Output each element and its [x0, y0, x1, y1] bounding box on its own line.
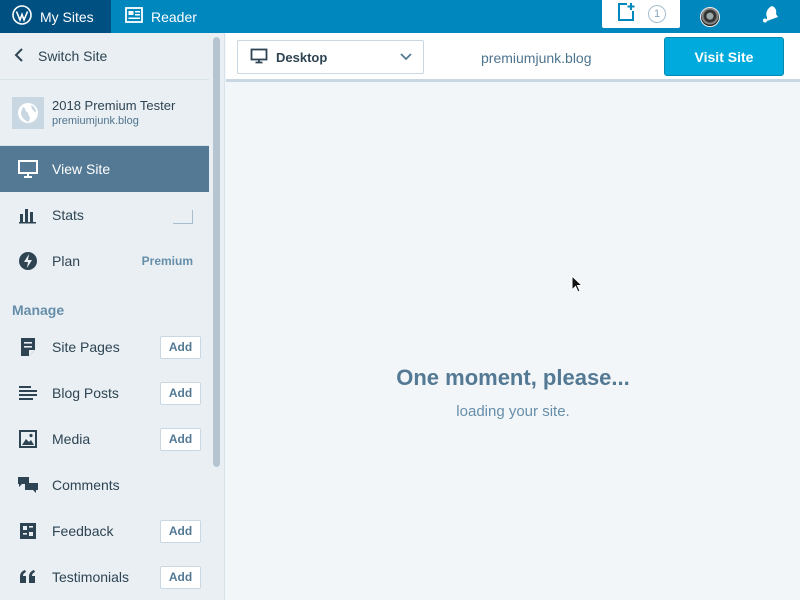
device-select-label: Desktop	[276, 49, 328, 65]
sidebar-item-label: Blog Posts	[52, 385, 119, 401]
sidebar-item-testimonials[interactable]: Testimonials Add	[0, 554, 209, 600]
quote-icon	[16, 565, 40, 589]
sidebar: Switch Site 2018 Premium Tester premiumj…	[0, 33, 209, 600]
mouse-cursor-icon	[571, 274, 585, 300]
my-sites-button[interactable]: My Sites	[0, 0, 111, 33]
add-media-button[interactable]: Add	[160, 427, 201, 451]
masterbar: My Sites Reader 1	[0, 0, 800, 33]
my-sites-label: My Sites	[40, 8, 94, 25]
device-select[interactable]: Desktop	[237, 40, 424, 74]
sidebar-item-view-site[interactable]: View Site	[0, 146, 209, 192]
sidebar-item-blog-posts[interactable]: Blog Posts Add	[0, 370, 209, 416]
profile-button[interactable]	[680, 6, 740, 27]
pages-icon	[16, 335, 40, 359]
globe-icon	[12, 96, 44, 129]
site-preview-area: One moment, please... loading your site.	[226, 85, 800, 600]
notifications-bell-icon	[759, 4, 781, 29]
current-site-card[interactable]: 2018 Premium Tester premiumjunk.blog	[0, 80, 209, 146]
chevron-left-icon	[12, 47, 26, 66]
reader-icon	[125, 7, 143, 26]
write-post-button[interactable]: 1	[602, 0, 680, 28]
posts-icon	[16, 381, 40, 405]
stats-sparkline	[173, 210, 193, 224]
stats-icon	[16, 203, 40, 227]
reader-label: Reader	[151, 8, 197, 25]
comments-icon	[16, 473, 40, 497]
avatar	[700, 6, 720, 27]
add-post-button[interactable]: Add	[160, 381, 201, 405]
sidebar-item-label: Media	[52, 431, 91, 447]
media-icon	[16, 427, 40, 451]
monitor-icon	[16, 157, 40, 181]
loading-subtitle: loading your site.	[456, 403, 570, 420]
site-domain: premiumjunk.blog	[52, 115, 139, 127]
reader-button[interactable]: Reader	[111, 0, 231, 33]
add-page-button[interactable]: Add	[160, 335, 201, 359]
switch-site-label: Switch Site	[38, 48, 108, 64]
sidebar-item-media[interactable]: Media Add	[0, 416, 209, 462]
visit-site-button[interactable]: Visit Site	[664, 37, 784, 76]
chevron-down-icon	[399, 51, 413, 66]
sidebar-item-label: View Site	[52, 161, 111, 177]
add-testimonial-button[interactable]: Add	[160, 565, 201, 589]
sidebar-item-label: Comments	[52, 477, 120, 493]
sidebar-item-stats[interactable]: Stats	[0, 192, 209, 238]
sidebar-item-label: Feedback	[52, 523, 114, 539]
plan-badge: Premium	[141, 254, 193, 268]
write-post-icon	[616, 2, 636, 27]
sidebar-item-label: Plan	[52, 253, 81, 269]
plan-icon	[16, 249, 40, 273]
sidebar-item-feedback[interactable]: Feedback Add	[0, 508, 209, 554]
desktop-icon	[250, 48, 268, 67]
sidebar-item-comments[interactable]: Comments	[0, 462, 209, 508]
loading-title: One moment, please...	[396, 365, 630, 390]
sidebar-item-label: Site Pages	[52, 339, 120, 355]
sidebar-item-site-pages[interactable]: Site Pages Add	[0, 324, 209, 370]
wordpress-icon	[12, 5, 32, 28]
scrollbar-thumb[interactable]	[213, 37, 220, 467]
sidebar-scrollbar[interactable]	[209, 33, 225, 600]
drafts-count-badge: 1	[648, 5, 666, 23]
preview-url: premiumjunk.blog	[481, 50, 592, 66]
sidebar-item-label: Testimonials	[52, 569, 130, 585]
feedback-icon	[16, 519, 40, 543]
switch-site-button[interactable]: Switch Site	[0, 33, 209, 80]
sidebar-item-plan[interactable]: Plan Premium	[0, 238, 209, 284]
notifications-button[interactable]	[740, 4, 800, 29]
add-feedback-button[interactable]: Add	[160, 519, 201, 543]
manage-heading: Manage	[12, 302, 65, 318]
sidebar-item-label: Stats	[52, 207, 84, 223]
preview-toolbar: Desktop premiumjunk.blog Visit Site	[226, 33, 800, 82]
site-name: 2018 Premium Tester	[52, 98, 176, 113]
